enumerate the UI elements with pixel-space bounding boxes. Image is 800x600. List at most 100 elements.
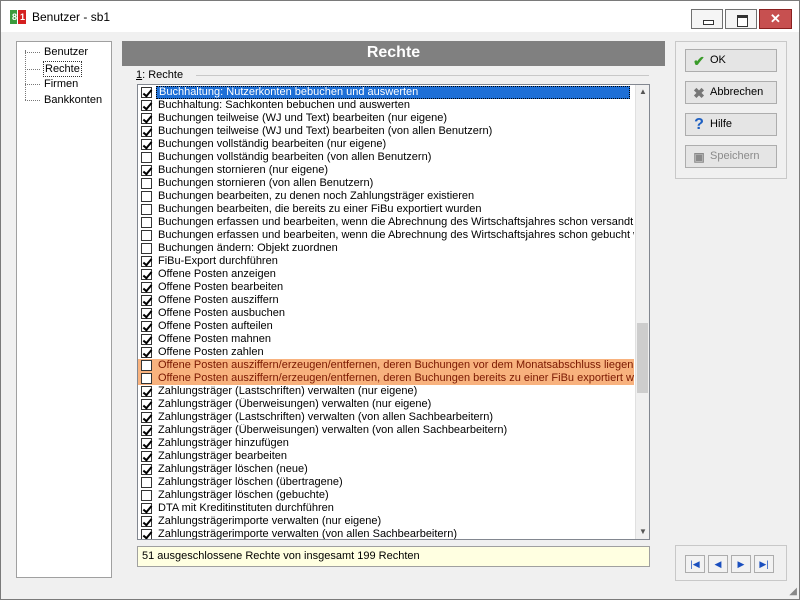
rights-row[interactable]: Buchungen erfassen und bearbeiten, wenn … <box>138 229 634 242</box>
right-checkbox[interactable] <box>141 191 152 202</box>
rights-row[interactable]: Offene Posten aufteilen <box>138 320 634 333</box>
rights-row[interactable]: Zahlungsträger (Lastschriften) verwalten… <box>138 385 634 398</box>
right-checkbox[interactable] <box>141 438 152 449</box>
right-checkbox[interactable] <box>141 321 152 332</box>
right-checkbox[interactable] <box>141 126 152 137</box>
right-checkbox[interactable] <box>141 308 152 319</box>
right-checkbox[interactable] <box>141 373 152 384</box>
rights-row[interactable]: Offene Posten mahnen <box>138 333 634 346</box>
right-checkbox[interactable] <box>141 412 152 423</box>
rights-row[interactable]: Offene Posten ausbuchen <box>138 307 634 320</box>
rights-row[interactable]: Zahlungsträger (Überweisungen) verwalten… <box>138 398 634 411</box>
right-checkbox[interactable] <box>141 399 152 410</box>
help-button[interactable]: ? Hilfe <box>685 113 777 136</box>
ok-button[interactable]: ✔ OK <box>685 49 777 72</box>
right-label: Offene Posten ausziffern/erzeugen/entfer… <box>158 359 634 371</box>
rights-list[interactable]: Buchhaltung: Nutzerkonten bebuchen und a… <box>137 84 650 540</box>
rights-row[interactable]: Zahlungsträger löschen (gebuchte) <box>138 489 634 502</box>
close-button[interactable]: ✕ <box>759 9 792 29</box>
rights-row[interactable]: DTA mit Kreditinstituten durchführen <box>138 502 634 515</box>
right-checkbox[interactable] <box>141 503 152 514</box>
title-bar[interactable]: 8 1 Benutzer - sb1 ✕ <box>1 1 799 32</box>
right-checkbox[interactable] <box>141 529 152 539</box>
resize-grip-icon[interactable]: ◢ <box>789 586 797 597</box>
rights-row[interactable]: Buchungen stornieren (von allen Benutzer… <box>138 177 634 190</box>
rights-row[interactable]: Buchungen bearbeiten, die bereits zu ein… <box>138 203 634 216</box>
tree-item-rechte[interactable]: Rechte <box>25 61 82 77</box>
right-label: Offene Posten bearbeiten <box>158 281 284 293</box>
right-checkbox[interactable] <box>141 113 152 124</box>
previous-record-button[interactable]: ◀ <box>708 555 728 573</box>
rights-row[interactable]: Buchungen erfassen und bearbeiten, wenn … <box>138 216 634 229</box>
maximize-button[interactable] <box>725 9 757 29</box>
save-button[interactable]: ▣ Speichern <box>685 145 777 168</box>
rights-row[interactable]: Zahlungsträgerimporte verwalten (nur eig… <box>138 515 634 528</box>
rights-row[interactable]: Buchungen vollständig bearbeiten (nur ei… <box>138 138 634 151</box>
next-record-button[interactable]: ▶ <box>731 555 751 573</box>
first-record-button[interactable]: |◀ <box>685 555 705 573</box>
right-checkbox[interactable] <box>141 360 152 371</box>
right-checkbox[interactable] <box>141 256 152 267</box>
right-checkbox[interactable] <box>141 100 152 111</box>
right-checkbox[interactable] <box>141 243 152 254</box>
close-icon: ✕ <box>770 11 781 26</box>
right-checkbox[interactable] <box>141 295 152 306</box>
rights-row[interactable]: Buchhaltung: Sachkonten bebuchen und aus… <box>138 99 634 112</box>
rights-row[interactable]: Zahlungsträger bearbeiten <box>138 450 634 463</box>
rights-row[interactable]: Offene Posten bearbeiten <box>138 281 634 294</box>
right-checkbox[interactable] <box>141 516 152 527</box>
right-checkbox[interactable] <box>141 152 152 163</box>
right-checkbox[interactable] <box>141 334 152 345</box>
cancel-button[interactable]: ✖ Abbrechen <box>685 81 777 104</box>
rights-row[interactable]: Zahlungsträger löschen (neue) <box>138 463 634 476</box>
rights-row[interactable]: Zahlungsträgerimporte verwalten (von all… <box>138 528 634 539</box>
cancel-icon: ✖ <box>693 85 705 101</box>
rights-row[interactable]: Zahlungsträger hinzufügen <box>138 437 634 450</box>
tree-item-bankkonten[interactable]: Bankkonten <box>25 93 103 108</box>
scroll-up-icon[interactable]: ▲ <box>636 85 649 99</box>
minimize-button[interactable] <box>691 9 723 29</box>
right-checkbox[interactable] <box>141 217 152 228</box>
tree-item-firmen[interactable]: Firmen <box>25 77 79 92</box>
rights-row[interactable]: Buchungen vollständig bearbeiten (von al… <box>138 151 634 164</box>
right-checkbox[interactable] <box>141 451 152 462</box>
right-label: Zahlungsträger bearbeiten <box>158 450 288 462</box>
rights-row[interactable]: Offene Posten ausziffern/erzeugen/entfer… <box>138 359 634 372</box>
rights-row[interactable]: Buchungen teilweise (WJ und Text) bearbe… <box>138 125 634 138</box>
right-label: Buchhaltung: Nutzerkonten bebuchen und a… <box>156 86 630 99</box>
right-checkbox[interactable] <box>141 139 152 150</box>
rights-row[interactable]: Buchungen bearbeiten, zu denen noch Zahl… <box>138 190 634 203</box>
right-label: FiBu-Export durchführen <box>158 255 278 267</box>
right-checkbox[interactable] <box>141 165 152 176</box>
right-checkbox[interactable] <box>141 230 152 241</box>
rights-row[interactable]: Zahlungsträger (Überweisungen) verwalten… <box>138 424 634 437</box>
rights-row[interactable]: Buchungen stornieren (nur eigene) <box>138 164 634 177</box>
right-checkbox[interactable] <box>141 477 152 488</box>
rights-row[interactable]: Buchungen teilweise (WJ und Text) bearbe… <box>138 112 634 125</box>
rights-row[interactable]: Offene Posten ausziffern <box>138 294 634 307</box>
right-checkbox[interactable] <box>141 347 152 358</box>
right-checkbox[interactable] <box>141 490 152 501</box>
scroll-thumb[interactable] <box>637 323 648 393</box>
rights-row[interactable]: FiBu-Export durchführen <box>138 255 634 268</box>
rights-row[interactable]: Offene Posten zahlen <box>138 346 634 359</box>
right-checkbox[interactable] <box>141 386 152 397</box>
rights-row[interactable]: Buchungen ändern: Objekt zuordnen <box>138 242 634 255</box>
rights-row[interactable]: Zahlungsträger (Lastschriften) verwalten… <box>138 411 634 424</box>
tree-item-benutzer[interactable]: Benutzer <box>25 45 89 60</box>
right-checkbox[interactable] <box>141 178 152 189</box>
right-checkbox[interactable] <box>141 425 152 436</box>
right-label: Zahlungsträger hinzufügen <box>158 437 289 449</box>
rights-row[interactable]: Buchhaltung: Nutzerkonten bebuchen und a… <box>138 86 634 99</box>
vertical-scrollbar[interactable]: ▲ ▼ <box>635 85 649 539</box>
rights-row[interactable]: Offene Posten anzeigen <box>138 268 634 281</box>
scroll-down-icon[interactable]: ▼ <box>636 525 649 539</box>
right-checkbox[interactable] <box>141 282 152 293</box>
right-checkbox[interactable] <box>141 464 152 475</box>
last-record-button[interactable]: ▶| <box>754 555 774 573</box>
rights-row[interactable]: Zahlungsträger löschen (übertragene) <box>138 476 634 489</box>
rights-row[interactable]: Offene Posten ausziffern/erzeugen/entfer… <box>138 372 634 385</box>
right-checkbox[interactable] <box>141 269 152 280</box>
right-checkbox[interactable] <box>141 87 152 98</box>
right-checkbox[interactable] <box>141 204 152 215</box>
